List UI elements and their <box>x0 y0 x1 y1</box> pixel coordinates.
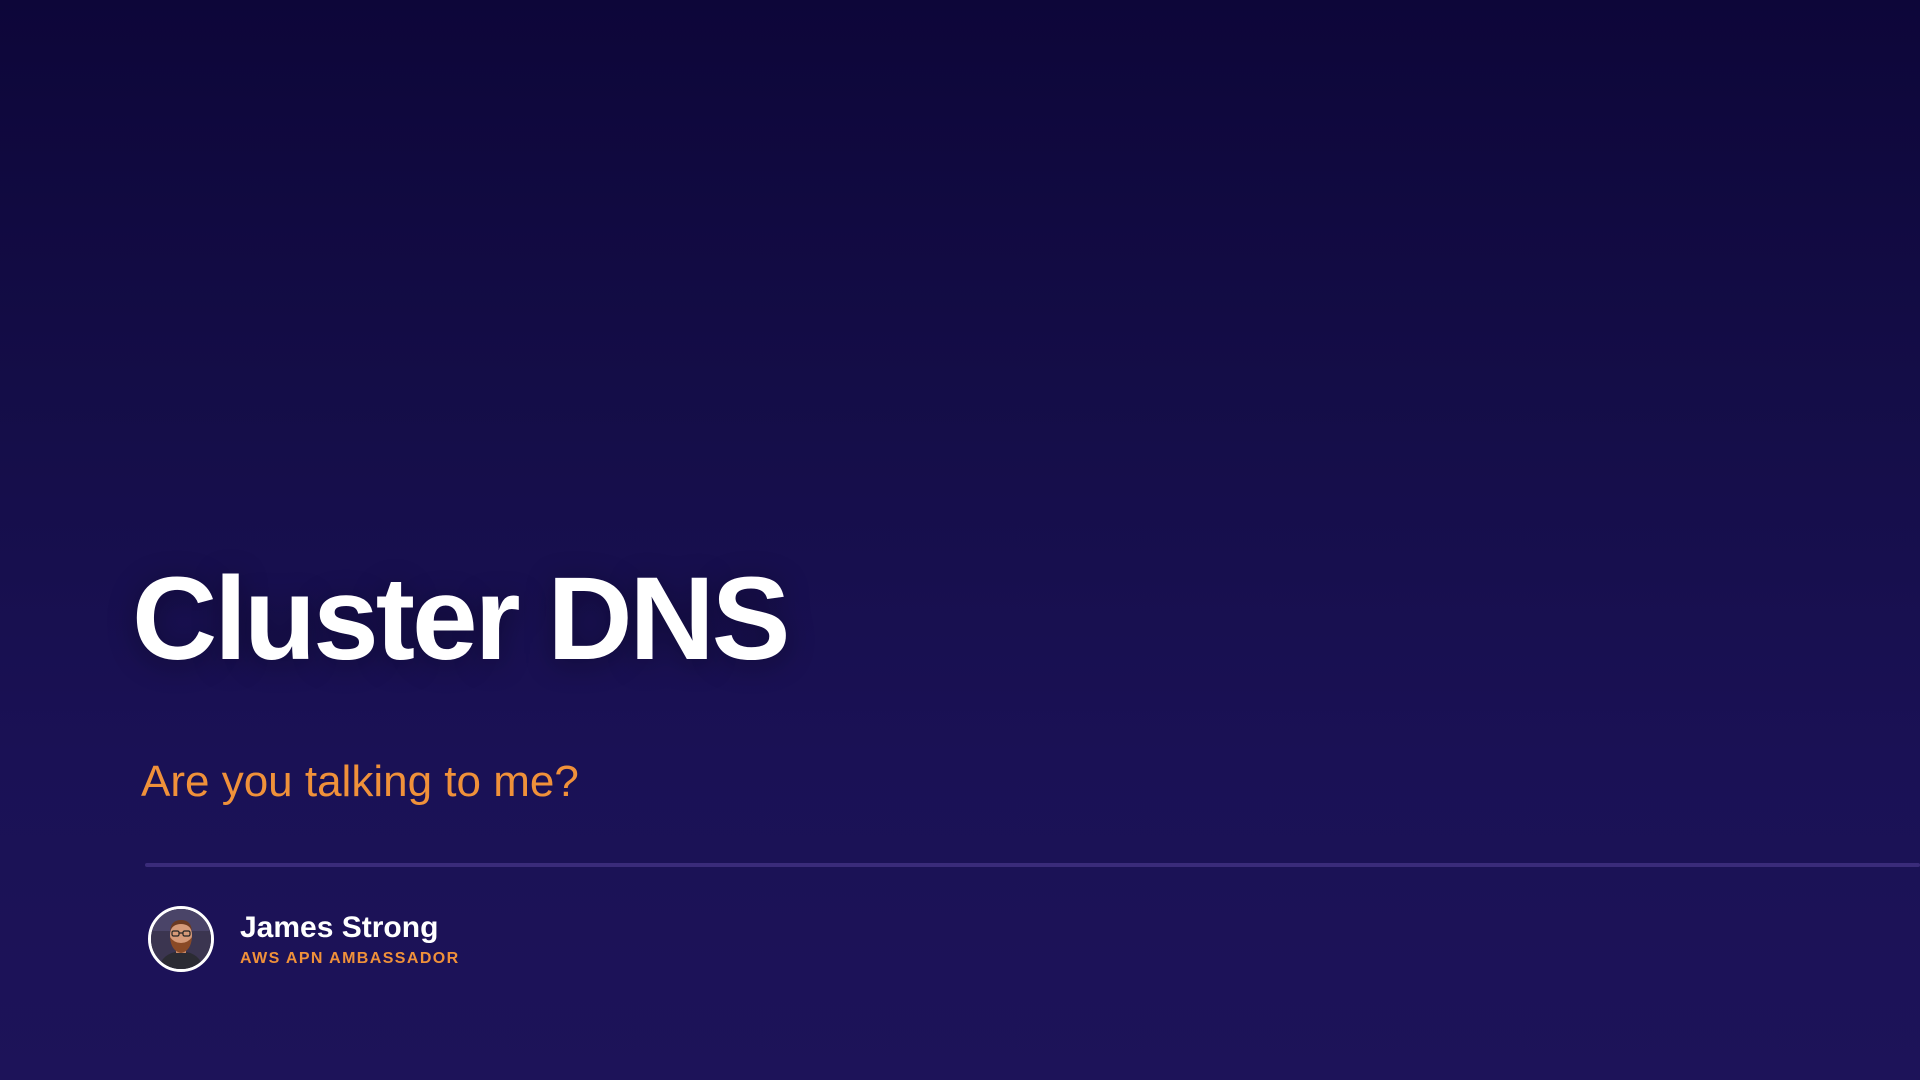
divider <box>145 863 1920 867</box>
person-avatar-icon <box>151 909 211 969</box>
speaker-block: James Strong AWS APN AMBASSADOR <box>148 902 460 976</box>
speaker-info: James Strong AWS APN AMBASSADOR <box>240 911 460 968</box>
avatar <box>148 906 214 972</box>
speaker-role: AWS APN AMBASSADOR <box>240 949 460 967</box>
slide-title: Cluster DNS <box>132 553 790 685</box>
speaker-name: James Strong <box>240 910 439 944</box>
slide-subtitle: Are you talking to me? <box>141 757 579 806</box>
presentation-slide: Cluster DNS Are you talking to me? James… <box>0 0 1920 1080</box>
